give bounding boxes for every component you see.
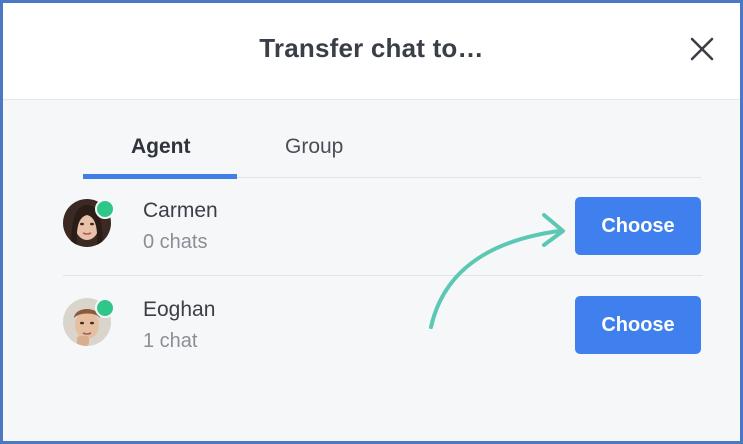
choose-button-eoghan[interactable]: Choose — [575, 296, 701, 354]
agent-name: Carmen — [143, 199, 218, 222]
tab-group[interactable]: Group — [285, 135, 343, 159]
agent-row-carmen: Carmen 0 chats Choose — [63, 177, 703, 276]
close-button[interactable] — [688, 35, 716, 63]
online-status-dot — [95, 199, 115, 219]
close-icon — [690, 37, 714, 61]
agent-chat-count: 0 chats — [143, 231, 208, 253]
agent-name: Eoghan — [143, 298, 216, 321]
online-status-dot — [95, 298, 115, 318]
dialog-title: Transfer chat to… — [259, 33, 484, 63]
choose-button-carmen[interactable]: Choose — [575, 197, 701, 255]
transfer-chat-dialog: Transfer chat to… Agent Group Carmen 0 c — [0, 0, 743, 444]
agent-chat-count: 1 chat — [143, 330, 198, 352]
tab-bar: Agent Group — [83, 121, 701, 179]
tab-agent[interactable]: Agent — [131, 135, 191, 159]
dialog-header: Transfer chat to… — [3, 3, 740, 100]
agent-row-eoghan: Eoghan 1 chat Choose — [63, 276, 703, 374]
